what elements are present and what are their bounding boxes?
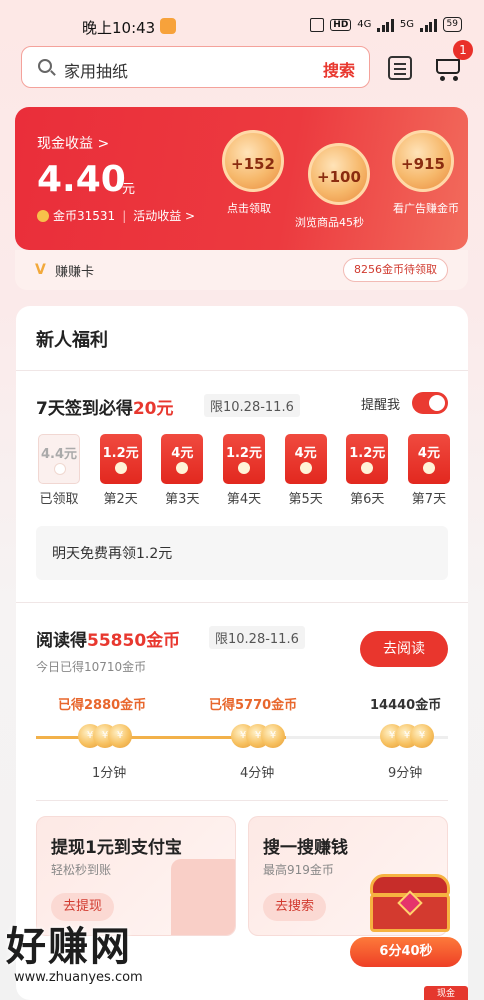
sign-in-days: 4.4元 已领取 1.2元 第2天 4元 第3天 1.2元 第4天 4元 第5天… xyxy=(36,434,452,507)
order-list-icon[interactable] xyxy=(388,56,412,80)
red-envelope-icon: 4.4元 xyxy=(38,434,80,484)
reward-bubble-label: 浏览商品45秒 xyxy=(295,216,364,229)
day-item[interactable]: 4.4元 已领取 xyxy=(36,434,82,507)
day-item[interactable]: 1.2元 第4天 xyxy=(221,434,267,507)
cash-earnings-link[interactable]: 现金收益 > xyxy=(37,133,109,153)
notification-icon xyxy=(160,18,176,34)
remind-toggle[interactable] xyxy=(412,392,448,414)
cart-badge: 1 xyxy=(453,40,473,60)
reward-bubble-label: 点击领取 xyxy=(227,202,271,215)
day-item[interactable]: 1.2元 第2天 xyxy=(98,434,144,507)
section-title: 新人福利 xyxy=(36,330,108,351)
divider xyxy=(16,602,468,603)
day-item[interactable]: 1.2元 第6天 xyxy=(344,434,390,507)
activity-earnings-link[interactable]: 活动收益 > xyxy=(133,207,195,224)
red-envelope-icon: 4元 xyxy=(284,434,327,484)
day-label: 第5天 xyxy=(288,492,323,507)
red-envelope-icon: 4元 xyxy=(407,434,450,484)
v-icon: V xyxy=(35,262,46,278)
search-input[interactable]: 家用抽纸 xyxy=(64,58,128,82)
signal-icon-2 xyxy=(420,18,437,32)
card-subtitle: 最高919金币 xyxy=(263,863,334,877)
today-earned: 今日已得10710金币 xyxy=(36,660,147,674)
card-subtitle: 轻松秒到账 xyxy=(51,863,112,877)
earnings-card: 现金收益 > 4.40 元 金币31531 | 活动收益 > +152 点击领取… xyxy=(15,107,468,250)
search-icon xyxy=(38,59,52,73)
tomorrow-notice: 明天免费再领1.2元 xyxy=(36,526,448,580)
card-title: 搜一搜赚钱 xyxy=(263,838,348,858)
divider xyxy=(16,370,468,371)
red-envelope-icon: 1.2元 xyxy=(99,434,142,484)
milestone-time: 1分钟 xyxy=(92,766,127,781)
card-title: 提现1元到支付宝 xyxy=(51,838,182,858)
reward-bubble-click[interactable]: +152 xyxy=(222,130,284,192)
reward-bubble-label: 看广告赚金币 xyxy=(393,202,459,215)
status-icons: HD 4G 5G 59 xyxy=(310,17,462,32)
treasure-chest-icon[interactable] xyxy=(362,870,458,934)
divider xyxy=(36,800,448,801)
coin-icon xyxy=(37,209,49,222)
network-4g-label: 4G xyxy=(357,19,372,30)
earn-card-footer[interactable]: V 赚赚卡 8256金币待领取 xyxy=(15,250,468,290)
watermark-brand: 好赚网 xyxy=(6,924,132,970)
reward-bubble-ad[interactable]: +915 xyxy=(392,130,454,192)
day-label: 第2天 xyxy=(103,492,138,507)
reward-bubble-browse[interactable]: +100 xyxy=(308,143,370,205)
go-read-button[interactable]: 去阅读 xyxy=(360,631,448,667)
search-button[interactable]: 搜索 xyxy=(323,57,355,81)
chest-timer[interactable]: 6分40秒 xyxy=(350,937,462,967)
day-item[interactable]: 4元 第3天 xyxy=(159,434,205,507)
sign-in-title: 7天签到必得20元 xyxy=(36,399,174,419)
separator: | xyxy=(122,208,127,223)
red-envelope-icon: 4元 xyxy=(161,434,204,484)
milestone-time: 9分钟 xyxy=(388,766,423,781)
screen-copy-icon xyxy=(310,17,325,32)
day-label: 已领取 xyxy=(39,492,79,507)
reading-title: 阅读得55850金币 xyxy=(36,631,181,651)
date-tag: 限10.28-11.6 xyxy=(209,626,305,649)
status-bar: 晚上10:43 HD 4G 5G 59 xyxy=(0,0,484,40)
network-5g-label: 5G xyxy=(399,19,415,30)
date-tag: 限10.28-11.6 xyxy=(204,394,300,417)
day-label: 第6天 xyxy=(350,492,385,507)
red-envelope-icon: 1.2元 xyxy=(222,434,265,484)
milestone-reward: 14440金币 xyxy=(370,698,442,713)
day-label: 第4天 xyxy=(226,492,262,507)
day-label: 第7天 xyxy=(411,492,447,507)
day-item[interactable]: 4元 第7天 xyxy=(406,434,452,507)
coin-stack-icon: ¥ ¥ ¥ xyxy=(231,724,285,748)
milestone-reward: 已得5770金币 xyxy=(209,698,298,713)
milestone-reward: 已得2880金币 xyxy=(58,698,147,713)
watermark-url: www.zhuanyes.com xyxy=(14,970,143,985)
coin-row: 金币31531 | 活动收益 > xyxy=(37,207,195,224)
coin-balance: 金币31531 xyxy=(53,209,116,223)
cash-unit: 元 xyxy=(122,182,136,197)
pending-coins-badge[interactable]: 8256金币待领取 xyxy=(343,258,448,282)
coin-stack-icon: ¥ ¥ ¥ xyxy=(78,724,132,748)
search-bar[interactable]: 家用抽纸 搜索 xyxy=(21,46,370,88)
day-label: 第3天 xyxy=(165,492,200,507)
cash-value: 4.40 xyxy=(37,159,126,200)
cash-badge: 现金 xyxy=(424,986,468,1000)
status-time: 晚上10:43 xyxy=(82,19,156,37)
milestone-time: 4分钟 xyxy=(240,766,275,781)
zhuanzhuan-card-label: 赚赚卡 xyxy=(55,265,95,280)
signal-icon xyxy=(377,18,394,32)
coin-stack-icon: ¥ ¥ ¥ xyxy=(380,724,434,748)
red-envelope-icon: 1.2元 xyxy=(346,434,389,484)
go-search-button[interactable]: 去搜索 xyxy=(263,893,327,921)
day-item[interactable]: 4元 第5天 xyxy=(283,434,329,507)
battery-icon: 59 xyxy=(442,17,462,32)
hd-badge: HD xyxy=(330,18,352,31)
watermark: 好赚网 www.zhuanyes.com xyxy=(0,914,200,1000)
remind-label: 提醒我 xyxy=(361,398,401,413)
